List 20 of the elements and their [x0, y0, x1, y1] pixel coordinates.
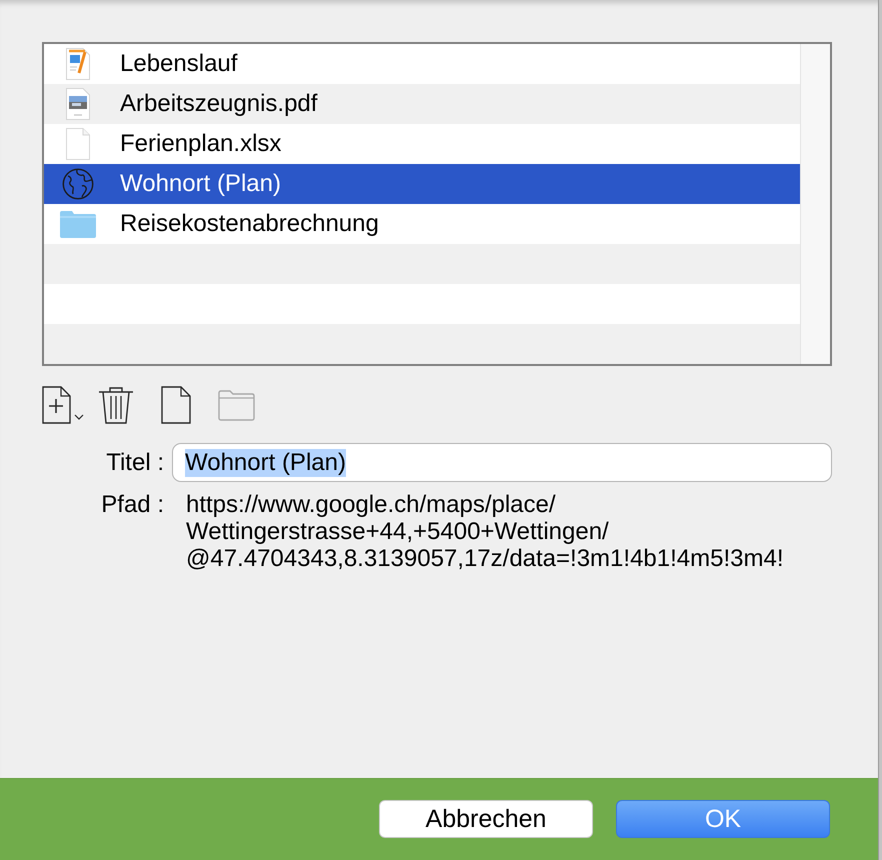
- folder-icon: [59, 210, 97, 238]
- globe-icon: [62, 168, 94, 200]
- file-row[interactable]: Reisekostenabrechnung: [44, 204, 800, 244]
- document-plus-icon: [42, 386, 71, 424]
- file-row[interactable]: Lebenslauf: [44, 44, 800, 84]
- file-row[interactable]: Ferienplan.xlsx: [44, 124, 800, 164]
- caret-icon: [74, 414, 84, 420]
- title-label: Titel :: [105, 448, 164, 476]
- image-document-icon: [64, 87, 92, 121]
- add-menu-button[interactable]: [42, 386, 84, 424]
- file-row[interactable]: Arbeitszeugnis.pdf: [44, 84, 800, 124]
- document-icon[interactable]: [161, 386, 191, 424]
- file-row[interactable]: Wohnort (Plan): [44, 164, 800, 204]
- path-value: https://www.google.ch/maps/place/Wettingerstrasse+44,+5400+Wettingen/@47.4704343,8.3139057,17z/data=!3m1!4b1!4m5!3m4!: [185, 491, 784, 572]
- title-field[interactable]: Wohnort (Plan): [172, 443, 832, 482]
- blank-document-icon: [64, 127, 92, 161]
- path-label: Pfad :: [100, 491, 164, 518]
- illustrated-document-icon: [64, 47, 92, 81]
- trash-icon[interactable]: [98, 386, 134, 424]
- cancel-button[interactable]: Abbrechen: [379, 800, 593, 838]
